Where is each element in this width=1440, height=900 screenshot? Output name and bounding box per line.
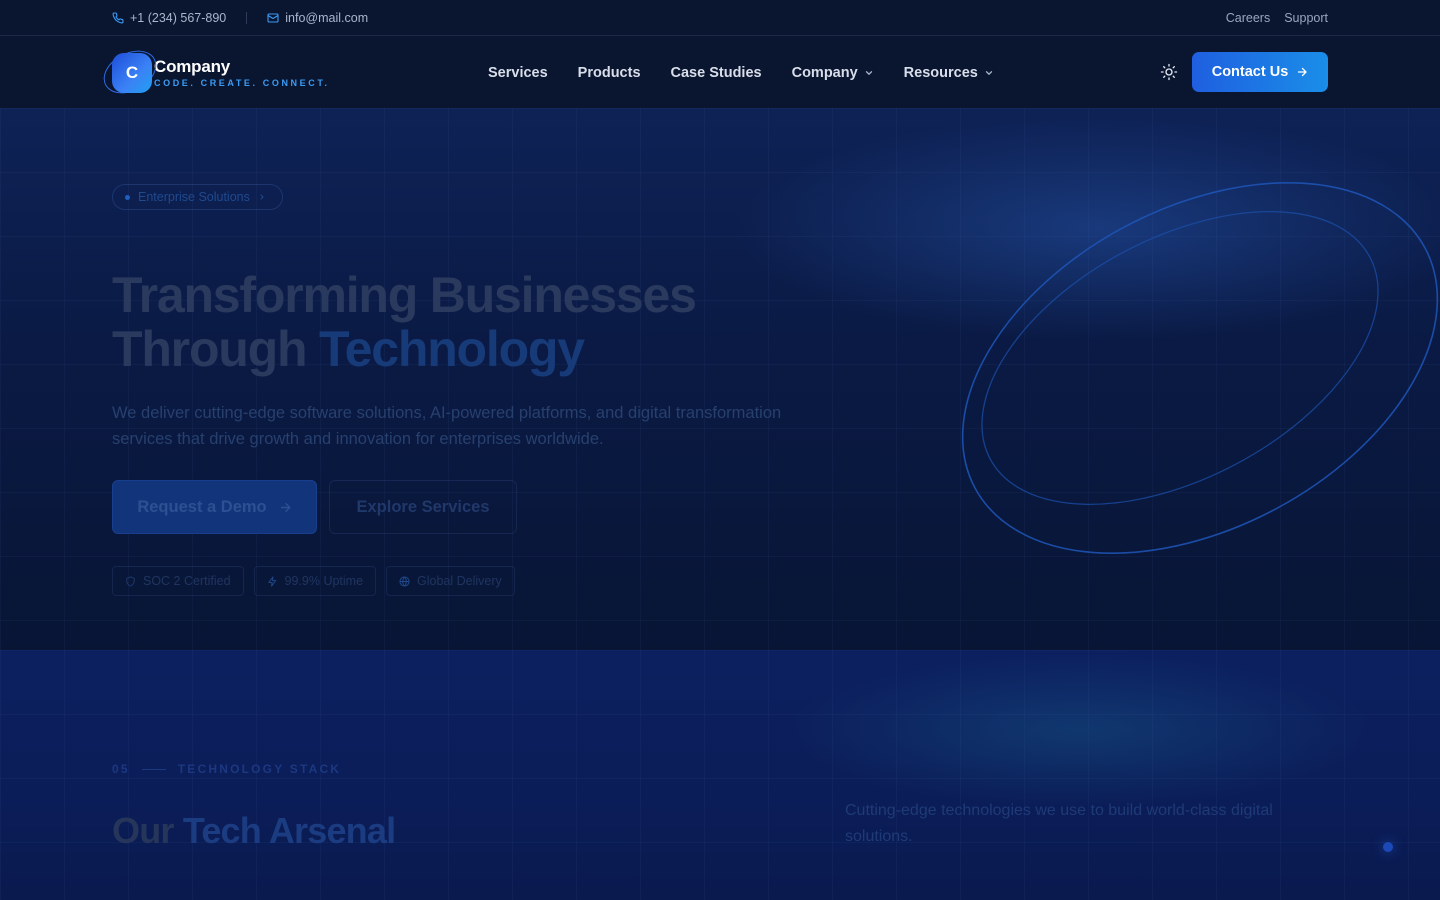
logo-letter: C — [112, 53, 152, 93]
hero-title: Transforming Businesses Through Technolo… — [112, 268, 872, 376]
request-demo-button[interactable]: Request a Demo — [112, 480, 317, 534]
section-title: Our Tech Arsenal — [112, 810, 396, 852]
chevron-down-icon — [985, 70, 992, 75]
main-header: C Company CODE. CREATE. CONNECT. Service… — [0, 37, 1440, 108]
chevron-right-icon — [260, 194, 264, 200]
section-label-text: TECHNOLOGY STACK — [177, 762, 342, 776]
nav-case-studies-label: Case Studies — [670, 64, 762, 81]
hero-title-line2a: Through — [112, 321, 320, 377]
hero-title-accent: Technology — [319, 321, 585, 377]
email-link[interactable]: info@mail.com — [267, 11, 368, 25]
explore-services-button[interactable]: Explore Services — [329, 480, 517, 534]
phone-number: +1 (234) 567-890 — [130, 11, 227, 25]
chip-label: 99.9% Uptime — [284, 574, 364, 588]
primary-nav: Services Products Case Studies Company R… — [488, 37, 994, 108]
logo-tagline: CODE. CREATE. CONNECT. — [154, 78, 330, 88]
sun-icon — [1160, 63, 1178, 81]
nav-resources[interactable]: Resources — [904, 65, 994, 81]
careers-link[interactable]: Careers — [1226, 11, 1270, 25]
logo-name: Company — [154, 57, 231, 76]
enterprise-badge[interactable]: Enterprise Solutions — [112, 184, 283, 210]
divider — [246, 12, 248, 24]
top-bar: +1 (234) 567-890 info@mail.com Careers S… — [0, 0, 1440, 36]
section-number: 05 — [112, 762, 130, 776]
chip-global: Global Delivery — [386, 566, 515, 596]
section-title-a: Our — [112, 810, 183, 851]
arrow-right-icon — [1298, 67, 1307, 77]
logo[interactable]: C Company CODE. CREATE. CONNECT. — [96, 42, 330, 102]
chip-label: SOC 2 Certified — [143, 574, 231, 588]
email-address: info@mail.com — [285, 11, 369, 25]
floating-dot — [1383, 842, 1393, 852]
chip-soc2: SOC 2 Certified — [112, 566, 244, 596]
globe-icon — [399, 575, 410, 587]
theme-toggle-button[interactable] — [1159, 62, 1179, 82]
section-title-accent: Tech Arsenal — [182, 810, 396, 851]
badge-dot — [125, 194, 130, 200]
contact-info: +1 (234) 567-890 info@mail.com — [112, 0, 368, 36]
tech-stack-section: 05 TECHNOLOGY STACK Our Tech Arsenal Cut… — [0, 650, 1440, 900]
logo-mark: C — [96, 42, 164, 102]
hero-title-line1: Transforming Businesses — [112, 267, 697, 323]
section-subtitle: Cutting-edge technologies we use to buil… — [845, 802, 1273, 845]
hero-subtitle: We deliver cutting-edge software solutio… — [112, 404, 782, 448]
badge-label: Enterprise Solutions — [138, 190, 250, 204]
nav-services[interactable]: Services — [488, 65, 548, 81]
nav-company-label: Company — [791, 64, 858, 81]
section-label-line — [141, 768, 166, 770]
support-link[interactable]: Support — [1284, 11, 1328, 25]
orbit-decoration — [961, 182, 1439, 554]
nav-resources-label: Resources — [903, 64, 978, 81]
mail-icon — [267, 13, 279, 23]
logo-text: Company CODE. CREATE. CONNECT. — [154, 57, 330, 89]
nav-services-label: Services — [488, 64, 548, 81]
contact-us-label: Contact Us — [1211, 64, 1289, 80]
phone-link[interactable]: +1 (234) 567-890 — [112, 11, 226, 25]
trust-chips: SOC 2 Certified 99.9% Uptime Global Deli… — [112, 566, 515, 596]
bolt-icon — [267, 575, 276, 587]
hero-section: Enterprise Solutions Transforming Busine… — [0, 108, 1440, 650]
phone-icon — [112, 12, 124, 24]
contact-us-button[interactable]: Contact Us — [1192, 52, 1328, 92]
request-demo-label: Request a Demo — [137, 497, 267, 516]
chevron-down-icon — [865, 70, 872, 75]
chip-label: Global Delivery — [417, 574, 502, 588]
nav-case-studies[interactable]: Case Studies — [671, 65, 762, 81]
section-label: 05 TECHNOLOGY STACK — [112, 762, 341, 776]
nav-products[interactable]: Products — [578, 65, 641, 81]
arrow-right-icon — [280, 502, 291, 512]
utility-links: Careers Support — [1226, 0, 1328, 36]
nav-products-label: Products — [577, 64, 641, 81]
nav-company[interactable]: Company — [792, 65, 874, 81]
explore-services-label: Explore Services — [356, 497, 490, 516]
shield-icon — [126, 575, 135, 587]
chip-uptime: 99.9% Uptime — [253, 566, 377, 596]
